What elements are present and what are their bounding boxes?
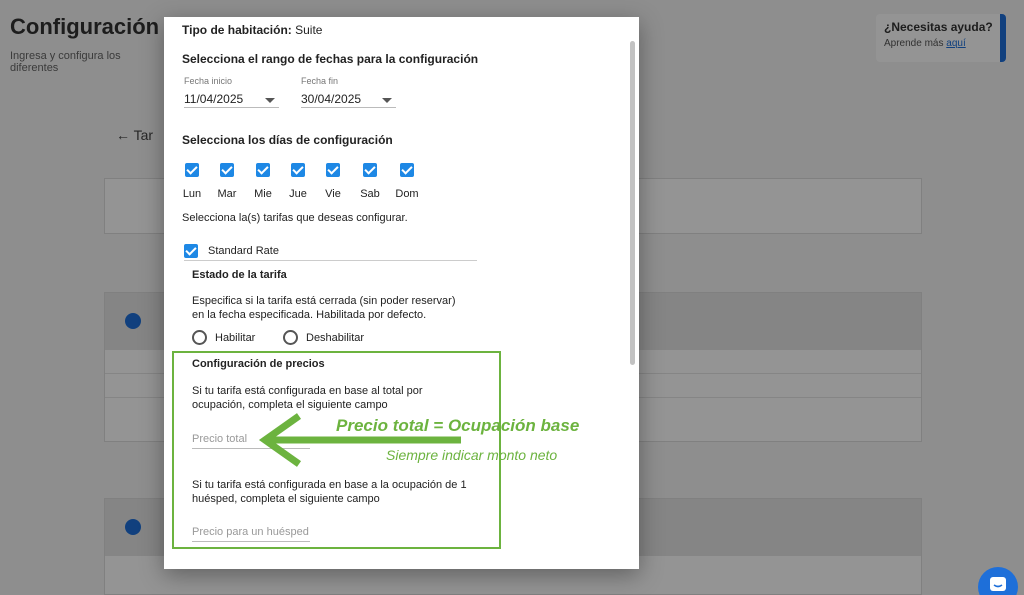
day-label: Vie [325, 188, 341, 200]
checkbox-checked-icon[interactable] [256, 163, 270, 177]
radio-enable[interactable]: Habilitar [192, 330, 255, 345]
checkbox-checked-icon[interactable] [363, 163, 377, 177]
chat-icon [990, 577, 1006, 591]
day-sab[interactable]: Sab [353, 163, 387, 200]
date-range-heading: Selecciona el rango de fechas para la co… [182, 52, 479, 66]
single-desc-line-1: Si tu tarifa está configurada en base a … [192, 479, 467, 491]
field-underline [184, 107, 279, 108]
day-label: Mie [254, 188, 272, 200]
day-label: Sab [360, 188, 380, 200]
day-label: Mar [217, 188, 237, 200]
room-type: Tipo de habitación: Suite [182, 23, 322, 37]
day-label: Lun [182, 188, 202, 200]
price-heading: Configuración de precios [192, 358, 325, 370]
checkbox-checked-icon[interactable] [326, 163, 340, 177]
checkbox-checked-icon[interactable] [184, 244, 198, 258]
start-date-label: Fecha inicio [184, 76, 233, 86]
checkbox-checked-icon[interactable] [400, 163, 414, 177]
single-desc-line-2: huésped, completa el siguiente campo [192, 493, 380, 505]
room-type-label: Tipo de habitación: [182, 23, 292, 37]
end-date-field[interactable]: Fecha fin 30/04/2025 [301, 76, 396, 108]
end-date-label: Fecha fin [301, 76, 339, 86]
field-underline [301, 107, 396, 108]
day-mar[interactable]: Mar [210, 163, 244, 200]
checkbox-checked-icon[interactable] [185, 163, 199, 177]
day-vie[interactable]: Vie [316, 163, 350, 200]
rate-state-heading: Estado de la tarifa [192, 269, 287, 281]
day-label: Jue [289, 188, 307, 200]
single-price-description: Si tu tarifa está configurada en base a … [192, 478, 467, 506]
radio-empty-icon[interactable] [192, 330, 207, 345]
disable-label: Deshabilitar [306, 331, 365, 344]
day-jue[interactable]: Jue [281, 163, 315, 200]
start-date-field[interactable]: Fecha inicio 11/04/2025 [184, 76, 279, 108]
rate-state-description: Especifica si la tarifa está cerrada (si… [192, 294, 456, 322]
rate-name: Standard Rate [208, 245, 279, 257]
room-type-value: Suite [295, 23, 323, 37]
rate-config-modal: Tipo de habitación: Suite Selecciona el … [164, 17, 639, 569]
rate-standard[interactable]: Standard Rate [184, 243, 477, 261]
rates-heading: Selecciona la(s) tarifas que deseas conf… [182, 212, 408, 224]
total-desc-line-2: ocupación, completa el siguiente campo [192, 399, 388, 411]
enable-label: Habilitar [215, 331, 256, 344]
single-guest-price-input[interactable]: Precio para un huésped [192, 522, 310, 542]
annotation-main: Precio total = Ocupación base [336, 416, 580, 435]
days-heading: Selecciona los días de configuración [182, 133, 393, 147]
caret-down-icon [382, 98, 392, 103]
day-mie[interactable]: Mie [246, 163, 280, 200]
total-price-description: Si tu tarifa está configurada en base al… [192, 384, 423, 412]
checkbox-checked-icon[interactable] [220, 163, 234, 177]
radio-disable[interactable]: Deshabilitar [283, 330, 364, 345]
annotation-sub: Siempre indicar monto neto [386, 447, 558, 463]
modal-scrollbar[interactable] [630, 41, 635, 365]
total-desc-line-1: Si tu tarifa está configurada en base al… [192, 385, 423, 397]
rate-state-line-1: Especifica si la tarifa está cerrada (si… [192, 295, 456, 307]
day-label: Dom [395, 188, 419, 200]
radio-empty-icon[interactable] [283, 330, 298, 345]
rate-state-line-2: en la fecha especificada. Habilitada por… [192, 309, 427, 321]
day-lun[interactable]: Lun [175, 163, 209, 200]
caret-down-icon [265, 98, 275, 103]
checkbox-checked-icon[interactable] [291, 163, 305, 177]
day-dom[interactable]: Dom [390, 163, 424, 200]
